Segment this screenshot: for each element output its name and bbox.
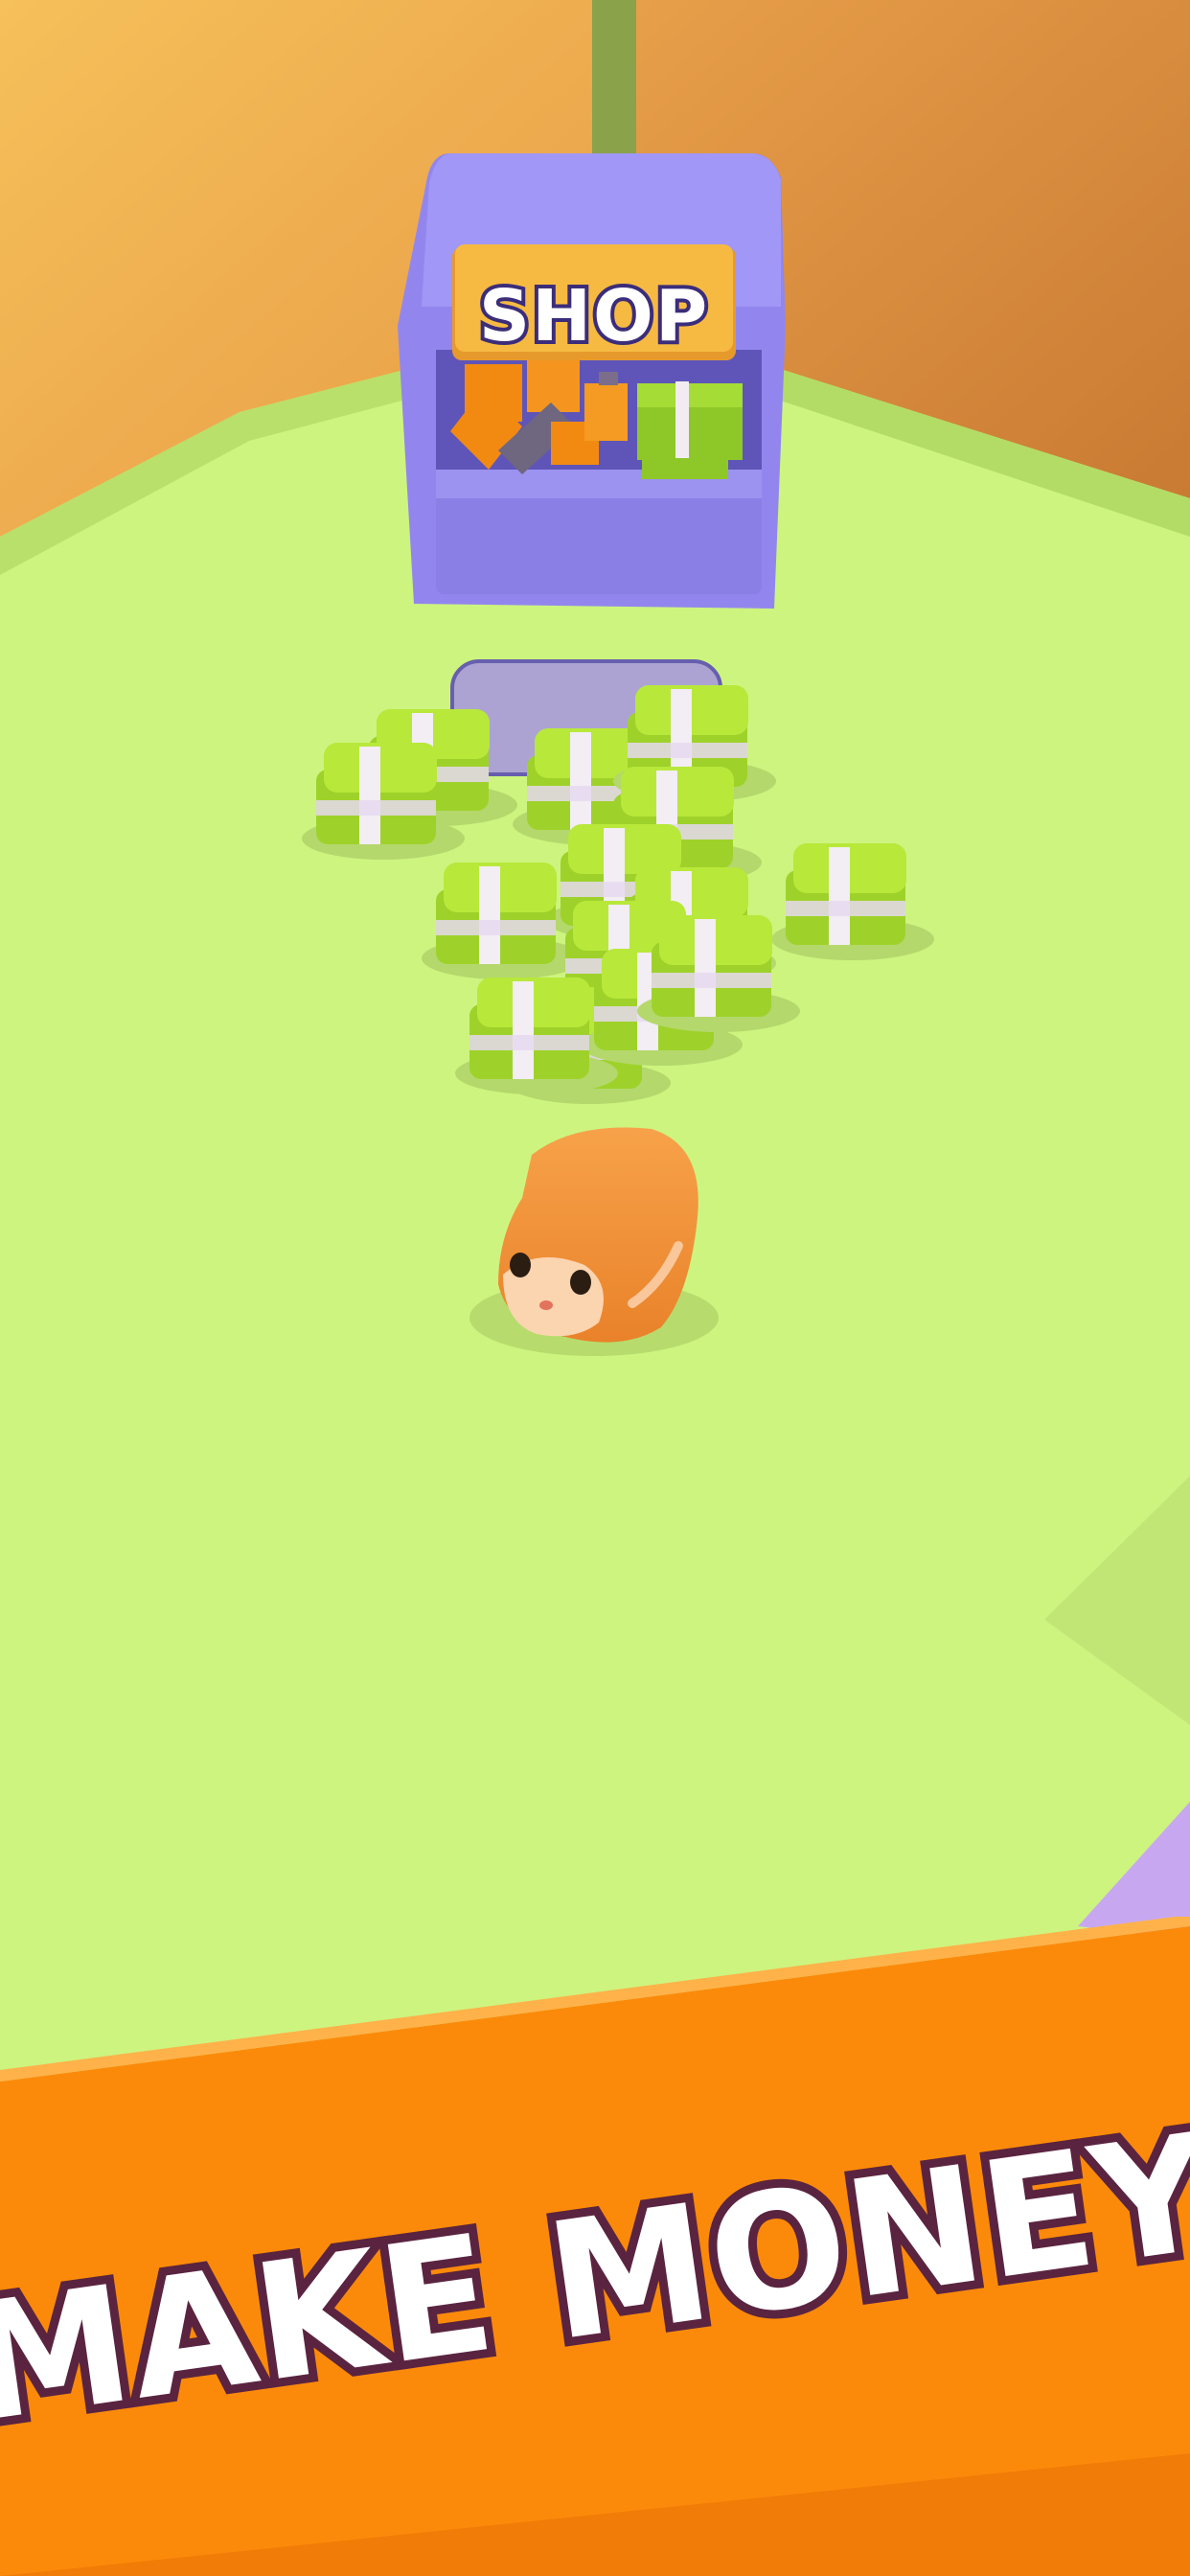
promo-banner-title: MAKE MONEY [0,2098,1190,2458]
promo-banner-title-layer: MAKE MONEY [0,2089,1190,2467]
hamster-left-eye-icon [510,1253,531,1277]
hamster-right-eye-icon [570,1270,591,1295]
shop-sign: SHOP [452,244,736,361]
shop-stand[interactable]: SHOP [398,153,786,609]
shop-sign-text: SHOP [479,275,709,357]
